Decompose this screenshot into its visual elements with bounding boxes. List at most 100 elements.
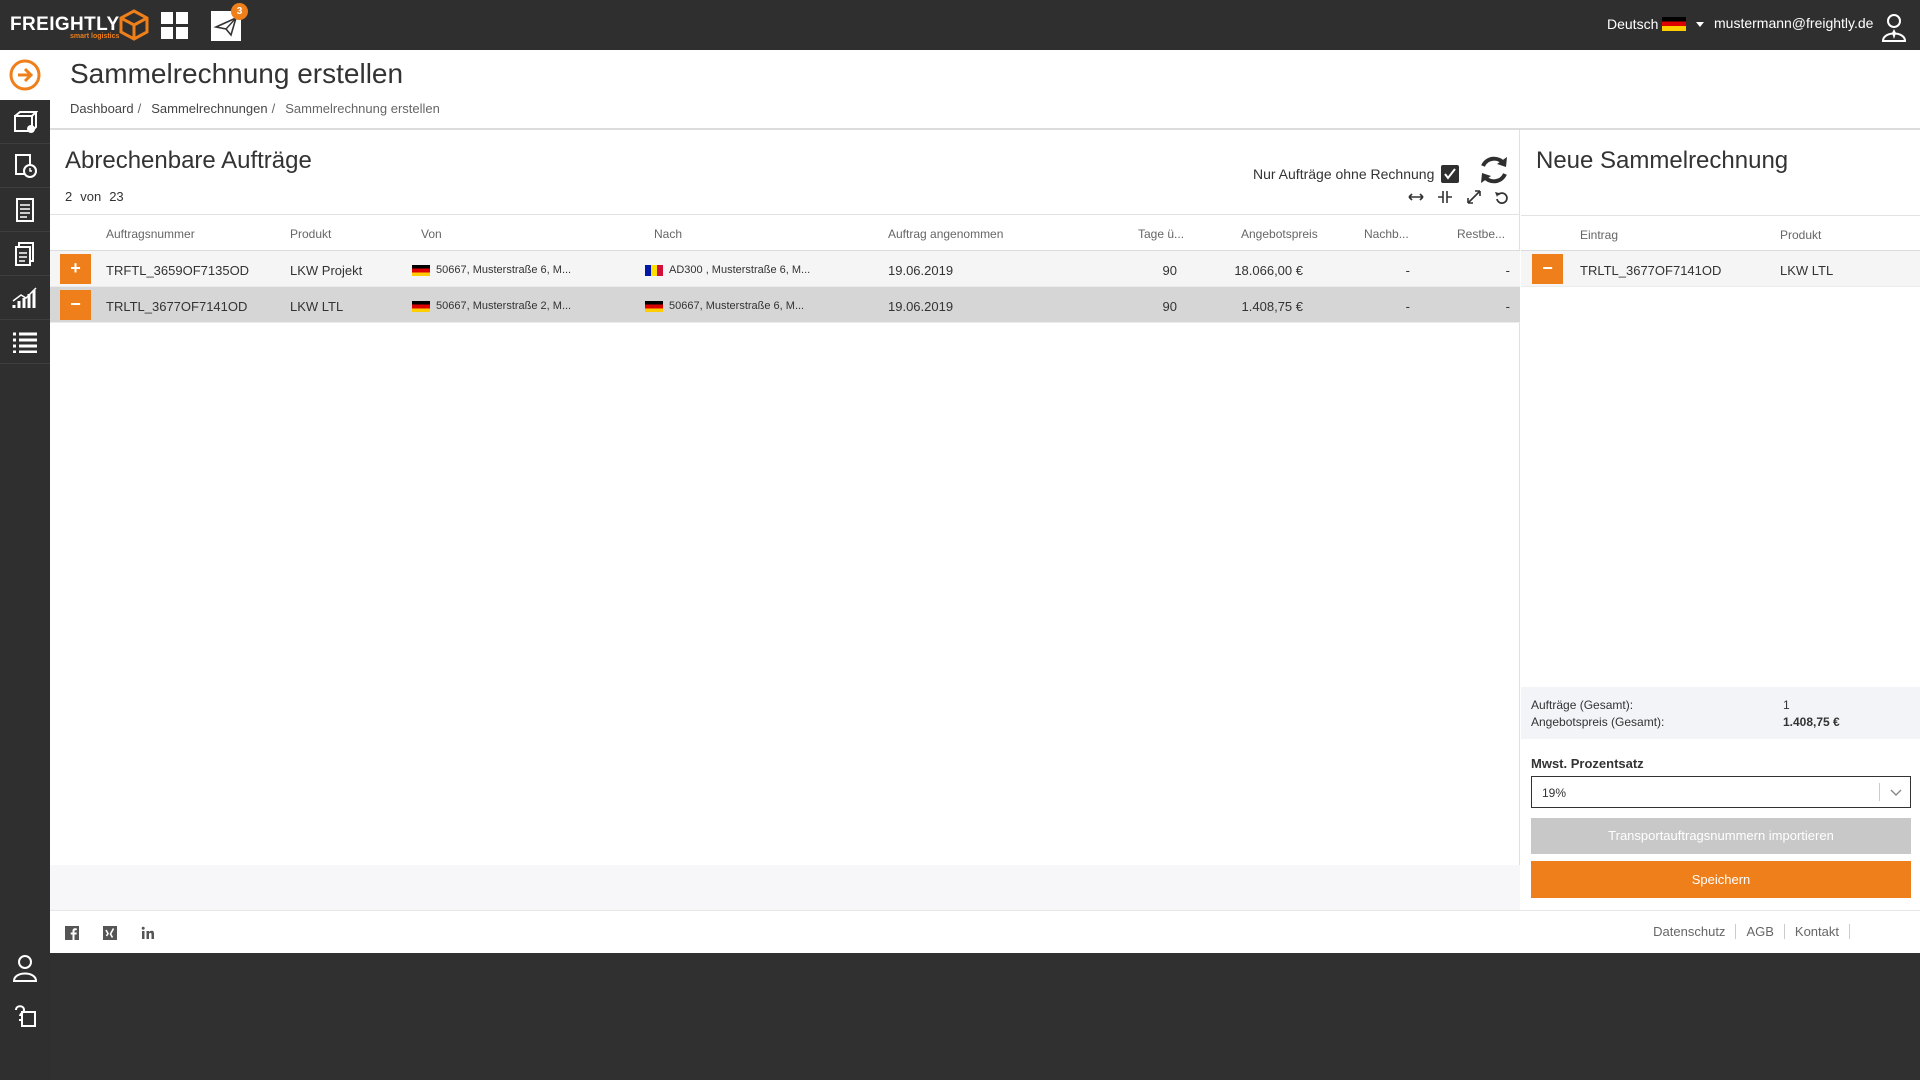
to-address: AD300 , Musterstraße 6, M... bbox=[645, 264, 810, 276]
arrow-right-circle-icon bbox=[9, 59, 41, 91]
help-document-icon bbox=[15, 1005, 36, 1027]
column-fit-icon[interactable] bbox=[1436, 189, 1454, 205]
column-header-product[interactable]: Produkt bbox=[1780, 228, 1821, 242]
sidebar-item-orders[interactable] bbox=[0, 100, 50, 144]
page-title: Sammelrechnung erstellen bbox=[70, 58, 404, 89]
sidebar-item-account[interactable] bbox=[0, 946, 50, 990]
footer-link-terms[interactable]: AGB bbox=[1736, 924, 1785, 939]
sidebar-item-invoices[interactable] bbox=[0, 144, 50, 188]
apps-grid-icon[interactable] bbox=[160, 11, 190, 41]
vat-label: Mwst. Prozentsatz bbox=[1531, 756, 1644, 771]
from-address-text: 50667, Musterstraße 2, M... bbox=[436, 300, 572, 312]
to-address: 50667, Musterstraße 6, M... bbox=[645, 300, 804, 312]
footer-links: Datenschutz AGB Kontakt bbox=[1643, 924, 1850, 939]
table-row[interactable]: − TRLTL_3677OF7141OD LKW LTL 50667, Must… bbox=[50, 287, 1520, 323]
summary-orders-label: Aufträge (Gesamt): bbox=[1531, 698, 1634, 712]
refresh-icon[interactable] bbox=[1476, 152, 1512, 188]
user-email[interactable]: mustermann@freightly.de bbox=[1714, 15, 1873, 31]
footer-link-contact[interactable]: Kontakt bbox=[1785, 924, 1850, 939]
column-header-rest[interactable]: Restbe... bbox=[1457, 227, 1505, 241]
sidebar bbox=[0, 50, 50, 1080]
count-shown: 2 bbox=[65, 189, 73, 204]
expand-icon[interactable] bbox=[1465, 189, 1483, 205]
notification-badge: 3 bbox=[231, 3, 248, 20]
column-header-order-number[interactable]: Auftragsnummer bbox=[106, 227, 195, 241]
german-flag-icon bbox=[645, 300, 663, 312]
order-number: TRFTL_3659OF7135OD bbox=[106, 263, 250, 278]
summary-price-label: Angebotspreis (Gesamt): bbox=[1531, 715, 1665, 729]
column-header-offer-price[interactable]: Angebotspreis bbox=[1241, 227, 1318, 241]
checkmark-icon bbox=[1444, 168, 1456, 180]
linkedin-icon[interactable] bbox=[141, 926, 155, 940]
sidebar-item-help[interactable] bbox=[0, 993, 50, 1037]
sidebar-toggle[interactable] bbox=[0, 50, 50, 100]
nachb-value: - bbox=[1405, 299, 1410, 314]
andorra-flag-icon bbox=[645, 264, 663, 276]
column-header-to[interactable]: Nach bbox=[654, 227, 682, 241]
vat-selected-value: 19% bbox=[1542, 786, 1567, 800]
package-icon bbox=[14, 110, 38, 133]
column-header-days[interactable]: Tage ü... bbox=[1138, 227, 1184, 241]
xing-icon[interactable] bbox=[103, 926, 117, 940]
breadcrumb-current: Sammelrechnung erstellen bbox=[285, 101, 440, 116]
column-header-product[interactable]: Produkt bbox=[290, 227, 331, 241]
document-clock-icon bbox=[15, 153, 37, 178]
nachb-value: - bbox=[1405, 263, 1410, 278]
rest-value: - bbox=[1505, 299, 1510, 314]
days: 90 bbox=[1162, 299, 1177, 314]
chevron-down-icon bbox=[1890, 789, 1902, 796]
count-separator: von bbox=[80, 189, 102, 204]
offer-price: 18.066,00 € bbox=[1234, 263, 1303, 278]
language-label: Deutsch bbox=[1607, 16, 1659, 32]
german-flag-icon bbox=[1662, 17, 1687, 31]
chevron-down-icon bbox=[1696, 21, 1705, 27]
user-profile-icon bbox=[12, 955, 38, 982]
from-address-text: 50667, Musterstraße 6, M... bbox=[436, 264, 572, 276]
user-avatar-icon[interactable] bbox=[1880, 12, 1908, 42]
product: LKW LTL bbox=[290, 299, 344, 314]
horizontal-resize-icon[interactable] bbox=[1407, 189, 1425, 205]
vat-select[interactable]: 19% bbox=[1531, 776, 1911, 808]
billable-orders-panel: Abrechenbare Aufträge 2 von 23 Nur Auftr… bbox=[50, 130, 1520, 865]
document-list-icon bbox=[16, 197, 34, 222]
footer-link-privacy[interactable]: Datenschutz bbox=[1643, 924, 1737, 939]
order-number: TRLTL_3677OF7141OD bbox=[106, 299, 248, 314]
language-selector[interactable]: Deutsch bbox=[1607, 16, 1705, 32]
facebook-icon[interactable] bbox=[65, 926, 79, 940]
breadcrumb-collective-invoices[interactable]: Sammelrechnungen bbox=[151, 101, 267, 116]
column-header-entry[interactable]: Eintrag bbox=[1580, 228, 1618, 242]
column-header-accepted[interactable]: Auftrag angenommen bbox=[888, 227, 1003, 241]
summary-price-value: 1.408,75 € bbox=[1783, 715, 1840, 729]
result-count: 2 von 23 bbox=[65, 189, 124, 204]
remove-entry-button[interactable]: − bbox=[1532, 254, 1563, 284]
entry-number: TRLTL_3677OF7141OD bbox=[1580, 263, 1722, 278]
panel-title: Abrechenbare Aufträge bbox=[65, 147, 312, 174]
accepted-date: 19.06.2019 bbox=[888, 263, 954, 278]
german-flag-icon bbox=[412, 300, 430, 312]
sidebar-item-list[interactable] bbox=[0, 320, 50, 364]
sidebar-item-collective-invoices[interactable] bbox=[0, 232, 50, 276]
sidebar-item-documents[interactable] bbox=[0, 188, 50, 232]
invoice-table-header: Eintrag Produkt bbox=[1521, 215, 1920, 251]
save-button[interactable]: Speichern bbox=[1531, 861, 1911, 898]
invoice-summary: Aufträge (Gesamt): 1 Angebotspreis (Gesa… bbox=[1521, 687, 1920, 739]
sidebar-item-statistics[interactable] bbox=[0, 276, 50, 320]
column-header-from[interactable]: Von bbox=[421, 227, 442, 241]
days: 90 bbox=[1162, 263, 1177, 278]
filter-checkbox[interactable] bbox=[1441, 165, 1459, 183]
table-row[interactable]: + TRFTL_3659OF7135OD LKW Projekt 50667, … bbox=[50, 251, 1520, 287]
column-header-nachb[interactable]: Nachb... bbox=[1364, 227, 1409, 241]
panel-footer-band bbox=[50, 865, 1520, 910]
summary-orders-value: 1 bbox=[1783, 698, 1790, 712]
breadcrumb-dashboard[interactable]: Dashboard bbox=[70, 101, 134, 116]
rest-value: - bbox=[1505, 263, 1510, 278]
add-order-button[interactable]: + bbox=[60, 254, 91, 284]
reset-icon[interactable] bbox=[1493, 189, 1511, 205]
to-address-text: 50667, Musterstraße 6, M... bbox=[669, 300, 805, 312]
offer-price: 1.408,75 € bbox=[1241, 299, 1303, 314]
remove-order-button[interactable]: − bbox=[60, 290, 91, 320]
table-row[interactable]: − TRLTL_3677OF7141OD LKW LTL bbox=[1521, 251, 1920, 287]
breadcrumb: Dashboard / Sammelrechnungen / Sammelrechn… bbox=[70, 101, 440, 116]
breadcrumb-separator: / bbox=[271, 101, 276, 116]
import-transport-numbers-button[interactable]: Transportauftragsnummern importieren bbox=[1531, 818, 1911, 854]
